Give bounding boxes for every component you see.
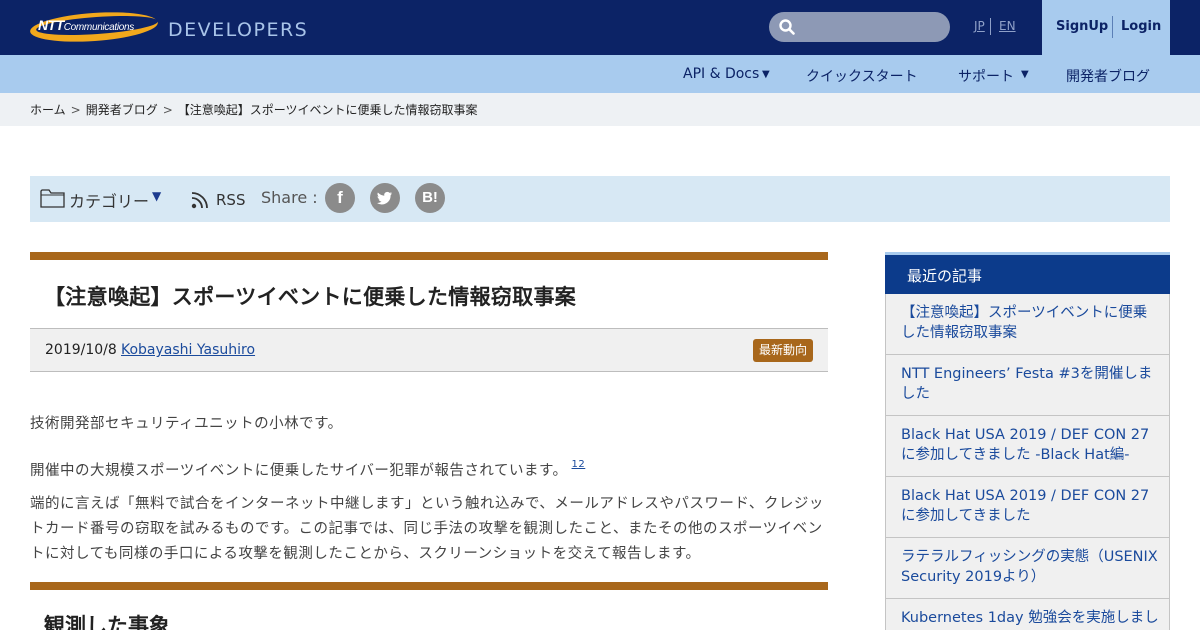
facebook-icon[interactable]: f	[325, 183, 355, 213]
breadcrumb-blog[interactable]: 開発者ブログ	[86, 103, 158, 117]
section-rule	[30, 582, 828, 590]
category-tag[interactable]: 最新動向	[753, 339, 814, 362]
recent-post-item[interactable]: 【注意喚起】スポーツイベントに便乗した情報窃取事案	[886, 294, 1169, 355]
chevron-down-icon[interactable]: ▼	[1021, 69, 1029, 80]
breadcrumb: ホーム > 開発者ブログ > 【注意喚起】スポーツイベントに便乗した情報窃取事案	[30, 101, 478, 118]
nav-item-quickstart[interactable]: クイックスタート	[806, 66, 918, 86]
twitter-bird-icon	[377, 191, 392, 205]
breadcrumb-home[interactable]: ホーム	[30, 103, 66, 117]
nav-item-support[interactable]: サポート	[958, 66, 1014, 86]
breadcrumb-separator: >	[70, 103, 81, 117]
recent-post-link[interactable]: ラテラルフィッシングの実態（USENIX Security 2019より）	[901, 547, 1161, 587]
lang-jp-link[interactable]: JP	[974, 19, 985, 33]
signup-link[interactable]: SignUp	[1056, 19, 1108, 34]
breadcrumb-current: 【注意喚起】スポーツイベントに便乗した情報窃取事案	[177, 103, 478, 117]
developers-label[interactable]: DEVELOPERS	[168, 19, 308, 41]
recent-post-item[interactable]: Black Hat USA 2019 / DEF CON 27に参加してきました	[886, 477, 1169, 538]
recent-post-link[interactable]: Black Hat USA 2019 / DEF CON 27に参加してきました	[901, 486, 1161, 526]
search-icon[interactable]	[779, 19, 795, 35]
article-meta: 2019/10/8 Kobayashi Yasuhiro 最新動向	[30, 328, 828, 372]
recent-post-link[interactable]: Kubernetes 1day 勉強会を実施しました	[901, 608, 1161, 630]
lang-en-link[interactable]: EN	[999, 19, 1016, 33]
login-link[interactable]: Login	[1121, 19, 1161, 34]
article-date: 2019/10/8	[45, 342, 117, 358]
recent-posts-list: 【注意喚起】スポーツイベントに便乗した情報窃取事案 NTT Engineers’…	[885, 294, 1170, 630]
breadcrumb-separator: >	[162, 103, 173, 117]
recent-post-link[interactable]: NTT Engineers’ Festa #3を開催しました	[901, 364, 1161, 404]
rss-link[interactable]: RSS	[216, 191, 245, 209]
twitter-icon[interactable]	[370, 183, 400, 213]
author-link[interactable]: Kobayashi Yasuhiro	[121, 342, 255, 358]
site-header: NTTCommunications DEVELOPERS JP EN	[0, 0, 1200, 55]
recent-post-item[interactable]: Black Hat USA 2019 / DEF CON 27に参加してきました…	[886, 416, 1169, 477]
article-paragraph: 開催中の大規模スポーツイベントに便乗したサイバー犯罪が報告されています。 12	[30, 452, 828, 484]
article-title: 【注意喚起】スポーツイベントに便乗した情報窃取事案	[44, 285, 577, 309]
lang-divider	[990, 18, 991, 35]
footnote-ref-link[interactable]: 12	[572, 459, 586, 470]
category-dropdown[interactable]: カテゴリー	[69, 188, 149, 212]
share-label: Share :	[261, 188, 318, 207]
recent-post-item[interactable]: NTT Engineers’ Festa #3を開催しました	[886, 355, 1169, 416]
recent-post-item[interactable]: ラテラルフィッシングの実態（USENIX Security 2019より）	[886, 538, 1169, 599]
chevron-down-icon[interactable]: ▼	[762, 69, 770, 80]
recent-posts-header: 最近の記事	[885, 255, 1170, 294]
chevron-down-icon[interactable]: ▼	[152, 189, 161, 203]
article-top-rule	[30, 252, 828, 260]
nav-item-api-docs[interactable]: API & Docs	[683, 66, 759, 82]
article-paragraph: 端的に言えば「無料で試合をインターネット中継します」という触れ込みで、メールアド…	[30, 496, 824, 562]
recent-posts-title: 最近の記事	[907, 267, 983, 285]
article-paragraph: 技術開発部セキュリティユニットの小林です。	[30, 416, 343, 432]
rss-icon[interactable]	[190, 188, 212, 210]
main-nav: API & Docs ▼ クイックスタート サポート ▼ 開発者ブログ	[0, 55, 1200, 93]
article-toolbar: カテゴリー ▼ RSS Share : f B!	[30, 176, 1170, 222]
paragraph-text: 開催中の大規模スポーツイベントに便乗したサイバー犯罪が報告されています。	[30, 463, 568, 479]
nav-item-dev-blog[interactable]: 開発者ブログ	[1066, 66, 1150, 86]
hatena-bookmark-icon[interactable]: B!	[415, 183, 445, 213]
recent-post-link[interactable]: Black Hat USA 2019 / DEF CON 27に参加してきました…	[901, 425, 1161, 465]
auth-divider	[1112, 16, 1113, 38]
recent-post-link[interactable]: 【注意喚起】スポーツイベントに便乗した情報窃取事案	[901, 303, 1161, 343]
folder-icon[interactable]	[40, 187, 66, 209]
breadcrumb-bar: ホーム > 開発者ブログ > 【注意喚起】スポーツイベントに便乗した情報窃取事案	[0, 93, 1200, 126]
search-input[interactable]	[769, 12, 950, 42]
ntt-communications-logo[interactable]: NTTCommunications	[29, 8, 160, 46]
recent-post-item[interactable]: Kubernetes 1day 勉強会を実施しました	[886, 599, 1169, 630]
section-heading: 観測した事象	[44, 614, 170, 630]
